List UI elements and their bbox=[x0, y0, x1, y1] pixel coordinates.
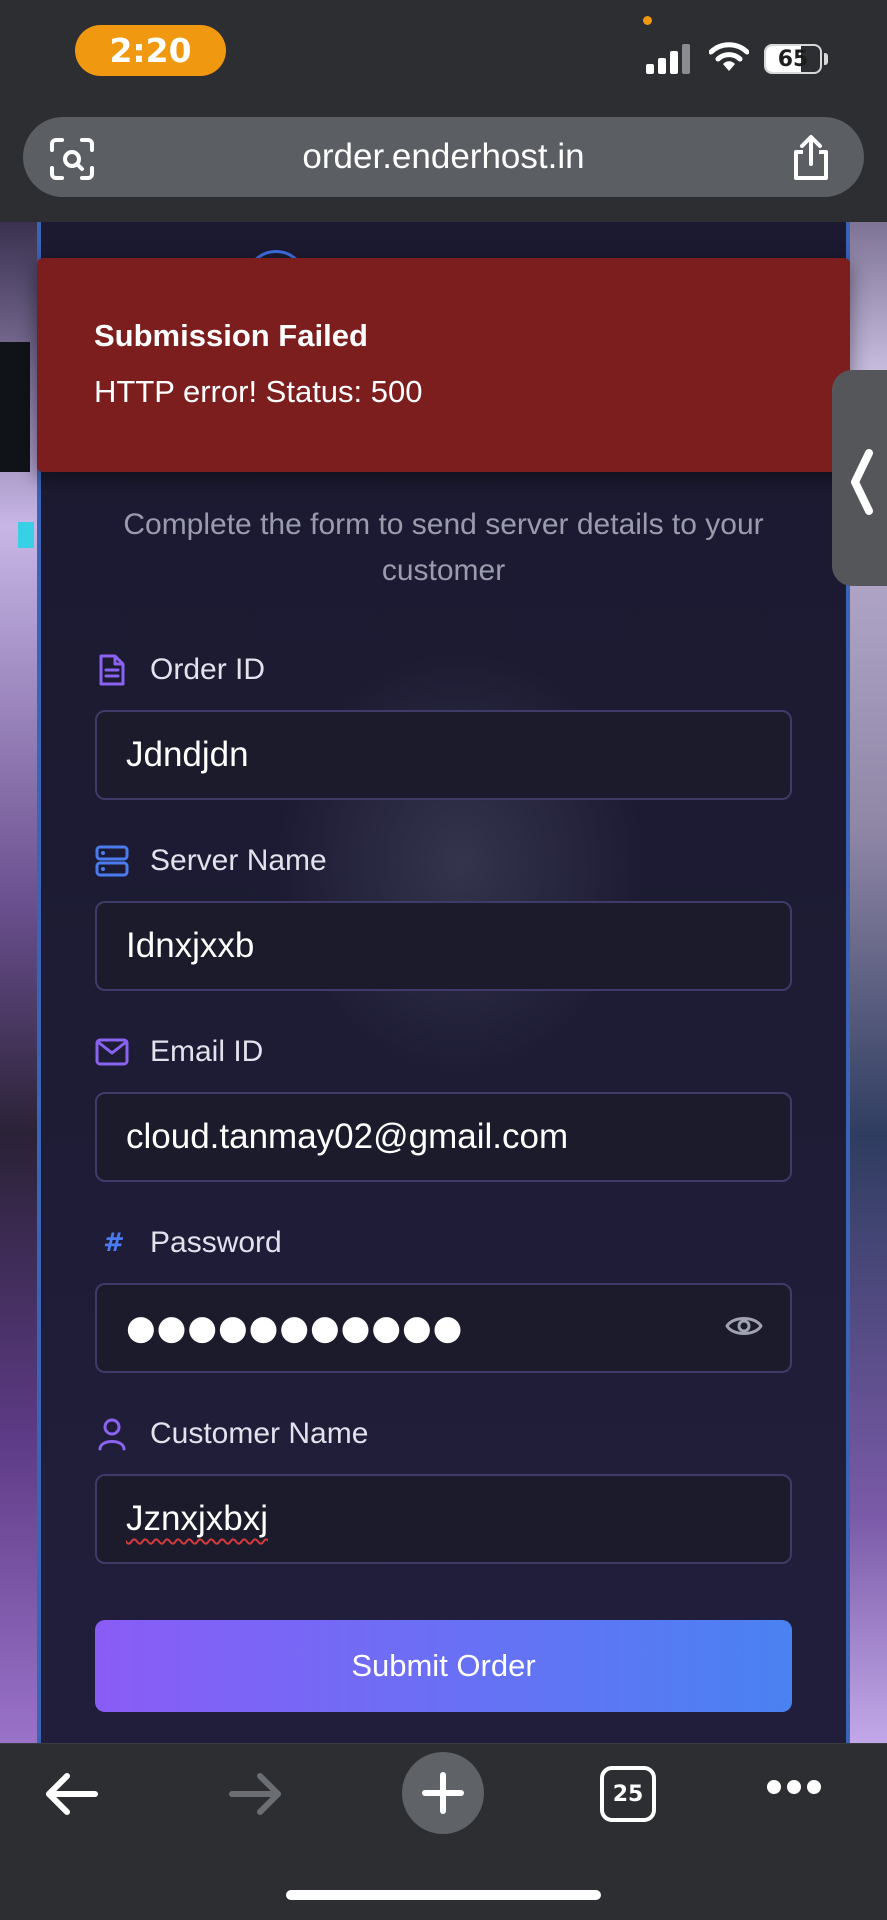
privacy-indicator-dot bbox=[643, 16, 652, 25]
status-time: 2:20 bbox=[75, 25, 226, 76]
home-indicator bbox=[286, 1890, 601, 1900]
password-label-row: # Password bbox=[95, 1223, 282, 1263]
plus-icon bbox=[422, 1772, 464, 1814]
customer-name-label: Customer Name bbox=[150, 1417, 369, 1450]
password-label: Password bbox=[150, 1226, 282, 1259]
customer-name-value: Jznxjxbxj bbox=[126, 1499, 268, 1538]
server-icon bbox=[95, 844, 129, 878]
background-art-block bbox=[0, 342, 30, 472]
background-art-glow bbox=[18, 522, 34, 548]
web-content: Submission Failed HTTP error! Status: 50… bbox=[0, 222, 887, 1743]
email-label: Email ID bbox=[150, 1035, 264, 1068]
error-toast[interactable]: Submission Failed HTTP error! Status: 50… bbox=[37, 258, 850, 472]
order-id-label-row: Order ID bbox=[95, 650, 265, 690]
server-name-label-row: Server Name bbox=[95, 841, 327, 881]
more-icon[interactable] bbox=[766, 1779, 822, 1795]
mail-icon bbox=[95, 1035, 129, 1069]
error-toast-message: HTTP error! Status: 500 bbox=[94, 374, 423, 409]
scan-icon[interactable] bbox=[48, 136, 96, 182]
hash-icon: # bbox=[95, 1226, 129, 1260]
forward-arrow-icon[interactable] bbox=[228, 1772, 284, 1816]
eye-icon[interactable] bbox=[725, 1312, 763, 1340]
tabs-button[interactable]: 25 bbox=[600, 1766, 656, 1822]
battery-level-text: 65 bbox=[777, 46, 809, 72]
order-id-input[interactable]: Jdndjdn bbox=[95, 710, 792, 800]
password-input[interactable]: ●●●●●●●●●●● bbox=[95, 1283, 792, 1373]
customer-name-label-row: Customer Name bbox=[95, 1414, 368, 1454]
order-id-label: Order ID bbox=[150, 653, 266, 686]
chevron-left-icon[interactable] bbox=[847, 447, 875, 517]
form-subtitle: Complete the form to send server details… bbox=[123, 508, 764, 587]
cellular-signal-icon bbox=[646, 44, 690, 74]
share-icon[interactable] bbox=[788, 134, 834, 182]
hash-glyph: # bbox=[102, 1228, 122, 1258]
password-value: ●●●●●●●●●●● bbox=[126, 1308, 464, 1348]
battery-cap bbox=[824, 53, 828, 65]
user-icon bbox=[95, 1417, 129, 1451]
back-arrow-icon[interactable] bbox=[43, 1772, 99, 1816]
document-icon bbox=[95, 653, 129, 687]
server-name-input[interactable]: Idnxjxxb bbox=[95, 901, 792, 991]
server-name-label: Server Name bbox=[150, 844, 327, 877]
customer-name-input[interactable]: Jznxjxbxj bbox=[95, 1474, 792, 1564]
email-input[interactable]: cloud.tanmay02@gmail.com bbox=[95, 1092, 792, 1182]
url-text[interactable]: order.enderhost.in bbox=[180, 117, 707, 197]
submit-order-button[interactable]: Submit Order bbox=[95, 1620, 792, 1712]
battery-icon: 65 bbox=[764, 44, 822, 74]
wifi-icon bbox=[709, 42, 749, 71]
error-toast-title: Submission Failed bbox=[94, 318, 368, 353]
email-label-row: Email ID bbox=[95, 1032, 263, 1072]
new-tab-button[interactable] bbox=[402, 1752, 484, 1834]
